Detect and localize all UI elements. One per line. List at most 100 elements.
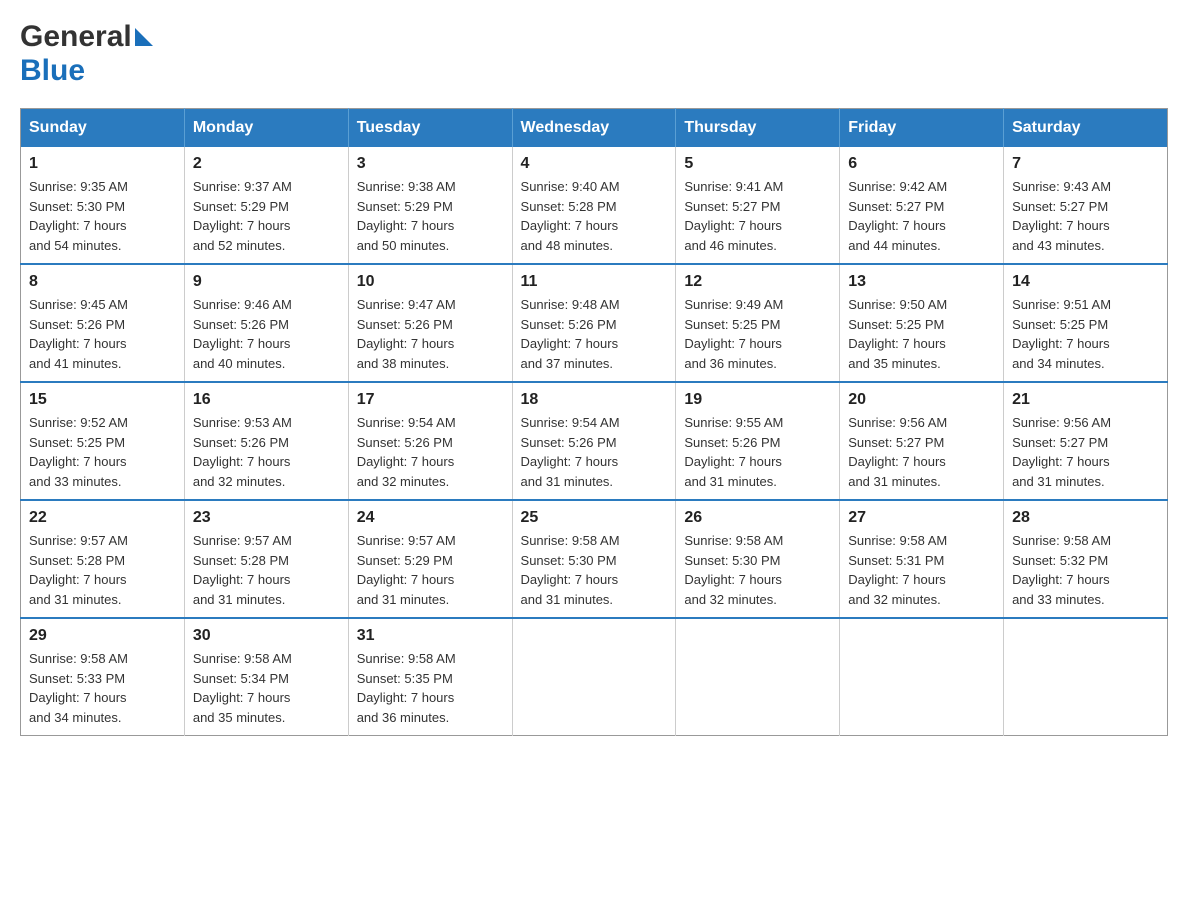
- day-info: Sunrise: 9:58 AM Sunset: 5:31 PM Dayligh…: [848, 531, 995, 609]
- day-number: 22: [29, 509, 176, 527]
- day-number: 10: [357, 273, 504, 291]
- day-number: 31: [357, 627, 504, 645]
- day-number: 25: [521, 509, 668, 527]
- day-info: Sunrise: 9:58 AM Sunset: 5:32 PM Dayligh…: [1012, 531, 1159, 609]
- day-number: 27: [848, 509, 995, 527]
- calendar-cell: 2 Sunrise: 9:37 AM Sunset: 5:29 PM Dayli…: [184, 147, 348, 264]
- day-number: 23: [193, 509, 340, 527]
- day-number: 24: [357, 509, 504, 527]
- calendar-cell: 14 Sunrise: 9:51 AM Sunset: 5:25 PM Dayl…: [1004, 264, 1168, 382]
- day-number: 26: [684, 509, 831, 527]
- day-info: Sunrise: 9:54 AM Sunset: 5:26 PM Dayligh…: [357, 413, 504, 491]
- day-number: 13: [848, 273, 995, 291]
- day-info: Sunrise: 9:58 AM Sunset: 5:30 PM Dayligh…: [521, 531, 668, 609]
- weekday-header-wednesday: Wednesday: [512, 109, 676, 148]
- calendar-cell: 1 Sunrise: 9:35 AM Sunset: 5:30 PM Dayli…: [21, 147, 185, 264]
- day-info: Sunrise: 9:42 AM Sunset: 5:27 PM Dayligh…: [848, 177, 995, 255]
- calendar-cell: 22 Sunrise: 9:57 AM Sunset: 5:28 PM Dayl…: [21, 500, 185, 618]
- day-info: Sunrise: 9:41 AM Sunset: 5:27 PM Dayligh…: [684, 177, 831, 255]
- calendar-cell: 30 Sunrise: 9:58 AM Sunset: 5:34 PM Dayl…: [184, 618, 348, 736]
- day-info: Sunrise: 9:57 AM Sunset: 5:28 PM Dayligh…: [29, 531, 176, 609]
- weekday-header-tuesday: Tuesday: [348, 109, 512, 148]
- day-number: 17: [357, 391, 504, 409]
- day-info: Sunrise: 9:57 AM Sunset: 5:28 PM Dayligh…: [193, 531, 340, 609]
- logo: General Blue: [20, 20, 153, 88]
- day-number: 3: [357, 155, 504, 173]
- day-info: Sunrise: 9:58 AM Sunset: 5:34 PM Dayligh…: [193, 649, 340, 727]
- day-number: 12: [684, 273, 831, 291]
- day-info: Sunrise: 9:56 AM Sunset: 5:27 PM Dayligh…: [1012, 413, 1159, 491]
- day-number: 4: [521, 155, 668, 173]
- calendar-cell: 16 Sunrise: 9:53 AM Sunset: 5:26 PM Dayl…: [184, 382, 348, 500]
- day-info: Sunrise: 9:37 AM Sunset: 5:29 PM Dayligh…: [193, 177, 340, 255]
- day-number: 8: [29, 273, 176, 291]
- day-info: Sunrise: 9:51 AM Sunset: 5:25 PM Dayligh…: [1012, 295, 1159, 373]
- calendar-cell: 26 Sunrise: 9:58 AM Sunset: 5:30 PM Dayl…: [676, 500, 840, 618]
- calendar-cell: 8 Sunrise: 9:45 AM Sunset: 5:26 PM Dayli…: [21, 264, 185, 382]
- calendar-cell: [676, 618, 840, 736]
- day-info: Sunrise: 9:54 AM Sunset: 5:26 PM Dayligh…: [521, 413, 668, 491]
- day-number: 14: [1012, 273, 1159, 291]
- calendar-cell: 29 Sunrise: 9:58 AM Sunset: 5:33 PM Dayl…: [21, 618, 185, 736]
- day-number: 29: [29, 627, 176, 645]
- logo-triangle-icon: [135, 28, 153, 46]
- week-row-1: 1 Sunrise: 9:35 AM Sunset: 5:30 PM Dayli…: [21, 147, 1168, 264]
- calendar-cell: 11 Sunrise: 9:48 AM Sunset: 5:26 PM Dayl…: [512, 264, 676, 382]
- day-number: 7: [1012, 155, 1159, 173]
- day-info: Sunrise: 9:56 AM Sunset: 5:27 PM Dayligh…: [848, 413, 995, 491]
- calendar-cell: [1004, 618, 1168, 736]
- week-row-2: 8 Sunrise: 9:45 AM Sunset: 5:26 PM Dayli…: [21, 264, 1168, 382]
- day-info: Sunrise: 9:49 AM Sunset: 5:25 PM Dayligh…: [684, 295, 831, 373]
- day-info: Sunrise: 9:46 AM Sunset: 5:26 PM Dayligh…: [193, 295, 340, 373]
- day-info: Sunrise: 9:45 AM Sunset: 5:26 PM Dayligh…: [29, 295, 176, 373]
- weekday-header-monday: Monday: [184, 109, 348, 148]
- day-info: Sunrise: 9:48 AM Sunset: 5:26 PM Dayligh…: [521, 295, 668, 373]
- week-row-3: 15 Sunrise: 9:52 AM Sunset: 5:25 PM Dayl…: [21, 382, 1168, 500]
- day-info: Sunrise: 9:55 AM Sunset: 5:26 PM Dayligh…: [684, 413, 831, 491]
- calendar-cell: 5 Sunrise: 9:41 AM Sunset: 5:27 PM Dayli…: [676, 147, 840, 264]
- day-number: 20: [848, 391, 995, 409]
- calendar-cell: 13 Sunrise: 9:50 AM Sunset: 5:25 PM Dayl…: [840, 264, 1004, 382]
- calendar-cell: 10 Sunrise: 9:47 AM Sunset: 5:26 PM Dayl…: [348, 264, 512, 382]
- day-number: 11: [521, 273, 668, 291]
- calendar-cell: 4 Sunrise: 9:40 AM Sunset: 5:28 PM Dayli…: [512, 147, 676, 264]
- day-number: 18: [521, 391, 668, 409]
- calendar-cell: 27 Sunrise: 9:58 AM Sunset: 5:31 PM Dayl…: [840, 500, 1004, 618]
- day-number: 1: [29, 155, 176, 173]
- day-info: Sunrise: 9:38 AM Sunset: 5:29 PM Dayligh…: [357, 177, 504, 255]
- day-info: Sunrise: 9:58 AM Sunset: 5:30 PM Dayligh…: [684, 531, 831, 609]
- calendar-cell: 23 Sunrise: 9:57 AM Sunset: 5:28 PM Dayl…: [184, 500, 348, 618]
- day-info: Sunrise: 9:35 AM Sunset: 5:30 PM Dayligh…: [29, 177, 176, 255]
- calendar-cell: [840, 618, 1004, 736]
- day-info: Sunrise: 9:40 AM Sunset: 5:28 PM Dayligh…: [521, 177, 668, 255]
- calendar-cell: 12 Sunrise: 9:49 AM Sunset: 5:25 PM Dayl…: [676, 264, 840, 382]
- calendar-cell: 9 Sunrise: 9:46 AM Sunset: 5:26 PM Dayli…: [184, 264, 348, 382]
- calendar-cell: 24 Sunrise: 9:57 AM Sunset: 5:29 PM Dayl…: [348, 500, 512, 618]
- calendar-cell: 31 Sunrise: 9:58 AM Sunset: 5:35 PM Dayl…: [348, 618, 512, 736]
- day-number: 9: [193, 273, 340, 291]
- day-number: 5: [684, 155, 831, 173]
- weekday-header-sunday: Sunday: [21, 109, 185, 148]
- day-number: 2: [193, 155, 340, 173]
- calendar-cell: 18 Sunrise: 9:54 AM Sunset: 5:26 PM Dayl…: [512, 382, 676, 500]
- weekday-header-thursday: Thursday: [676, 109, 840, 148]
- calendar-cell: 20 Sunrise: 9:56 AM Sunset: 5:27 PM Dayl…: [840, 382, 1004, 500]
- calendar-cell: 6 Sunrise: 9:42 AM Sunset: 5:27 PM Dayli…: [840, 147, 1004, 264]
- day-info: Sunrise: 9:47 AM Sunset: 5:26 PM Dayligh…: [357, 295, 504, 373]
- week-row-4: 22 Sunrise: 9:57 AM Sunset: 5:28 PM Dayl…: [21, 500, 1168, 618]
- day-info: Sunrise: 9:52 AM Sunset: 5:25 PM Dayligh…: [29, 413, 176, 491]
- day-info: Sunrise: 9:58 AM Sunset: 5:35 PM Dayligh…: [357, 649, 504, 727]
- day-info: Sunrise: 9:58 AM Sunset: 5:33 PM Dayligh…: [29, 649, 176, 727]
- day-info: Sunrise: 9:57 AM Sunset: 5:29 PM Dayligh…: [357, 531, 504, 609]
- logo-general-text: General: [20, 20, 132, 54]
- calendar-cell: 15 Sunrise: 9:52 AM Sunset: 5:25 PM Dayl…: [21, 382, 185, 500]
- day-info: Sunrise: 9:43 AM Sunset: 5:27 PM Dayligh…: [1012, 177, 1159, 255]
- day-number: 19: [684, 391, 831, 409]
- calendar-cell: [512, 618, 676, 736]
- calendar-cell: 28 Sunrise: 9:58 AM Sunset: 5:32 PM Dayl…: [1004, 500, 1168, 618]
- week-row-5: 29 Sunrise: 9:58 AM Sunset: 5:33 PM Dayl…: [21, 618, 1168, 736]
- calendar-cell: 7 Sunrise: 9:43 AM Sunset: 5:27 PM Dayli…: [1004, 147, 1168, 264]
- day-info: Sunrise: 9:50 AM Sunset: 5:25 PM Dayligh…: [848, 295, 995, 373]
- weekday-header-row: SundayMondayTuesdayWednesdayThursdayFrid…: [21, 109, 1168, 148]
- day-number: 16: [193, 391, 340, 409]
